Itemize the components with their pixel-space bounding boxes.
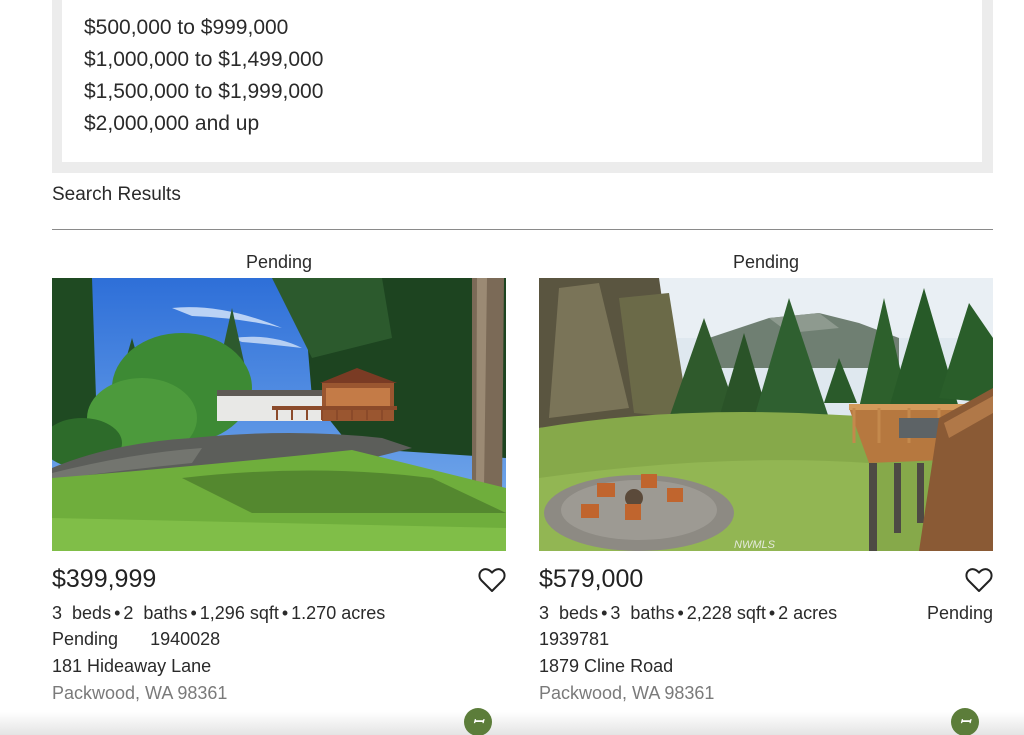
listing-card[interactable]: Pending xyxy=(539,252,993,710)
listing-card[interactable]: Pending xyxy=(52,252,506,710)
sqft: 1,296 sqft xyxy=(199,603,279,623)
house-photo-image xyxy=(52,278,506,551)
baths-count: 2 xyxy=(123,603,134,623)
acres: 2 acres xyxy=(778,603,838,623)
price-option-2m-up[interactable]: $2,000,000 and up xyxy=(84,112,259,136)
baths-label: baths xyxy=(630,603,675,623)
divider xyxy=(52,229,993,230)
listing-photo[interactable] xyxy=(52,278,506,551)
status-mls-row: Pending 1940028 xyxy=(52,629,506,656)
price-option-1m-1.499m[interactable]: $1,000,000 to $1,499,000 xyxy=(84,48,323,72)
listing-status: Pending xyxy=(732,252,800,272)
bottom-scroll-fade xyxy=(0,712,1024,735)
nwmls-logo-icon: ꟷ xyxy=(951,708,979,735)
inline-status: Pending xyxy=(926,603,993,623)
listing-address[interactable]: 181 Hideaway Lane xyxy=(52,656,506,683)
beds-count: 3 xyxy=(52,603,63,623)
beds-count: 3 xyxy=(539,603,550,623)
listing-city: Packwood, WA 98361 xyxy=(52,683,228,703)
sqft: 2,228 sqft xyxy=(686,603,766,623)
baths-label: baths xyxy=(143,603,188,623)
price-row: $579,000 xyxy=(539,565,993,603)
mls-number: 1939781 xyxy=(539,629,610,649)
acres: 1.270 acres xyxy=(291,603,386,623)
listing-photo[interactable]: NWMLS xyxy=(539,278,993,551)
yard-photo-image: NWMLS xyxy=(539,278,993,551)
listing-page: $500,000 to $999,000 $1,000,000 to $1,49… xyxy=(0,0,1024,735)
price-filter-panel: $500,000 to $999,000 $1,000,000 to $1,49… xyxy=(52,0,993,173)
listing-address[interactable]: 1879 Cline Road xyxy=(539,656,993,683)
listing-price: $399,999 xyxy=(52,565,157,593)
heart-outline-icon[interactable] xyxy=(965,567,993,593)
mls-number: 1940028 xyxy=(150,629,221,649)
baths-count: 3 xyxy=(610,603,621,623)
price-filter-list: $500,000 to $999,000 $1,000,000 to $1,49… xyxy=(62,0,982,162)
nwmls-logo-icon: ꟷ xyxy=(464,708,492,735)
search-results-heading: Search Results xyxy=(52,184,181,205)
inline-status: Pending xyxy=(52,629,119,649)
beds-label: beds xyxy=(559,603,599,623)
beds-label: beds xyxy=(72,603,112,623)
listing-facts: 3 beds • 3 baths • 2,228 sqft • 2 acres Pendin… xyxy=(539,603,993,623)
heart-outline-icon[interactable] xyxy=(478,567,506,593)
price-option-1.5m-1.999m[interactable]: $1,500,000 to $1,999,000 xyxy=(84,80,323,104)
price-row: $399,999 xyxy=(52,565,506,603)
listing-facts: 3 beds • 2 baths • 1,296 sqft • 1.270 acres xyxy=(52,603,386,623)
listing-city: Packwood, WA 98361 xyxy=(539,683,715,703)
price-option-500k-999k[interactable]: $500,000 to $999,000 xyxy=(84,16,288,40)
listing-status: Pending xyxy=(245,252,313,272)
listing-price: $579,000 xyxy=(539,565,644,593)
nwmls-watermark: NWMLS xyxy=(734,539,776,551)
